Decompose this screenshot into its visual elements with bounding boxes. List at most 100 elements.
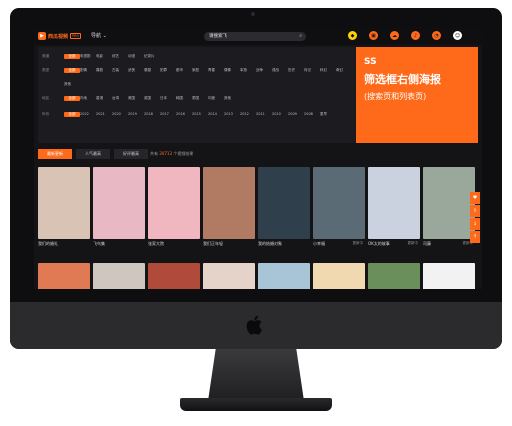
filter-option[interactable]: 科幻: [320, 68, 336, 73]
filter-option[interactable]: 电影: [96, 54, 112, 59]
top-icon[interactable]: ↑: [470, 231, 480, 243]
filter-option[interactable]: 台湾: [112, 96, 128, 101]
video-card[interactable]: 我的结婚对象: [258, 167, 310, 247]
filter-option[interactable]: 犯罪: [160, 68, 176, 73]
filter-option[interactable]: 全部: [64, 67, 80, 73]
download-icon[interactable]: ↓: [470, 218, 480, 230]
filter-option[interactable]: 军旅: [240, 68, 256, 73]
filter-option[interactable]: 综艺: [112, 54, 128, 59]
video-title[interactable]: 我的结婚对象: [258, 241, 310, 247]
filter-option[interactable]: 全部: [64, 111, 80, 117]
filter-option[interactable]: 悬疑: [144, 68, 160, 73]
filter-option[interactable]: 纪录片: [144, 54, 160, 59]
video-poster[interactable]: [38, 263, 90, 289]
filter-option[interactable]: 战争: [256, 68, 272, 73]
filter-option[interactable]: 2008: [304, 112, 320, 116]
filter-option[interactable]: 武侠: [128, 68, 144, 73]
filter-option[interactable]: 2010: [272, 112, 288, 116]
filter-option[interactable]: 2017: [160, 112, 176, 116]
video-card[interactable]: 小幸福 更新中: [313, 167, 365, 247]
filter-option[interactable]: 美国: [128, 96, 144, 101]
filter-option[interactable]: 动漫: [128, 54, 144, 59]
filter-option[interactable]: 全部: [64, 95, 80, 101]
tab-top-rated[interactable]: 好评最高: [114, 149, 148, 159]
video-poster[interactable]: [313, 167, 365, 239]
filter-option[interactable]: 2022: [80, 112, 96, 116]
video-poster[interactable]: [258, 263, 310, 289]
filter-option[interactable]: 偶像: [224, 68, 240, 73]
tab-latest[interactable]: 最新更新: [38, 149, 72, 159]
filter-option[interactable]: 2018: [144, 112, 160, 116]
search-input[interactable]: 请搜索飞 ⌕: [204, 32, 306, 41]
video-poster[interactable]: [148, 167, 200, 239]
filter-option[interactable]: 内地: [80, 96, 96, 101]
filter-side-poster[interactable]: SS 筛选框右侧海报 (搜索页和列表页): [356, 47, 478, 143]
cloud-icon[interactable]: ☁: [390, 31, 399, 40]
video-title[interactable]: 我们的婚礼: [38, 241, 90, 247]
video-card[interactable]: 飞鸟集: [93, 167, 145, 247]
filter-option[interactable]: 奇幻: [336, 68, 352, 73]
share-icon[interactable]: ⇪: [470, 205, 480, 217]
filter-option[interactable]: 历史: [288, 68, 304, 73]
filter-option[interactable]: 其他: [224, 96, 240, 101]
video-title[interactable]: 飞鸟集: [93, 241, 145, 247]
search-icon[interactable]: ⌕: [299, 33, 302, 39]
filter-option[interactable]: 香港: [96, 96, 112, 101]
video-title[interactable]: 我们正年轻: [203, 241, 255, 247]
video-poster[interactable]: [258, 167, 310, 239]
filter-option[interactable]: 印度: [208, 96, 224, 101]
filter-option[interactable]: 2015: [192, 112, 208, 116]
filter-option[interactable]: 2016: [176, 112, 192, 116]
filter-option[interactable]: 2013: [224, 112, 240, 116]
tab-popular[interactable]: 人气最高: [76, 149, 110, 159]
video-poster[interactable]: [93, 263, 145, 289]
diamond-icon[interactable]: ◆: [348, 31, 357, 40]
filter-option[interactable]: 2020: [112, 112, 128, 116]
video-card[interactable]: 我们的婚礼: [38, 167, 90, 247]
filter-option[interactable]: 家庭: [192, 68, 208, 73]
filter-option[interactable]: 剧情: [80, 68, 96, 73]
filter-option[interactable]: 英国: [144, 96, 160, 101]
gift-icon[interactable]: ▣: [369, 31, 378, 40]
video-poster[interactable]: [368, 263, 420, 289]
filter-option[interactable]: 2019: [128, 112, 144, 116]
filter-option[interactable]: 古装: [112, 68, 128, 73]
filter-option[interactable]: 更早: [320, 112, 336, 117]
video-poster[interactable]: [313, 263, 365, 289]
filter-option[interactable]: 泰国: [192, 96, 208, 101]
video-title[interactable]: 张家大院: [148, 241, 200, 247]
video-card[interactable]: 我们正年轻: [203, 167, 255, 247]
video-poster[interactable]: [203, 167, 255, 239]
filter-option[interactable]: 谍战: [272, 68, 288, 73]
video-card[interactable]: OK太的故事 更新中: [368, 167, 420, 247]
filter-option[interactable]: 韩国: [176, 96, 192, 101]
filter-option[interactable]: 青春: [208, 68, 224, 73]
video-poster[interactable]: [93, 167, 145, 239]
filter-option[interactable]: 2012: [240, 112, 256, 116]
filter-option[interactable]: 全部: [64, 53, 80, 59]
video-poster[interactable]: [203, 263, 255, 289]
filter-option[interactable]: 2009: [288, 112, 304, 116]
filter-option[interactable]: 日本: [160, 96, 176, 101]
video-poster[interactable]: [423, 263, 475, 289]
bell-icon[interactable]: ♪: [411, 31, 420, 40]
clock-icon[interactable]: ◔: [432, 31, 441, 40]
video-poster[interactable]: [148, 263, 200, 289]
filter-option[interactable]: 传记: [304, 68, 320, 73]
filter-option[interactable]: 其他: [64, 82, 80, 87]
heart-icon[interactable]: ♥: [470, 192, 480, 204]
video-poster[interactable]: [368, 167, 420, 239]
filter-option[interactable]: 电视剧: [80, 54, 96, 59]
filter-option[interactable]: 喜剧: [96, 68, 112, 73]
app-logo[interactable]: ▶ 西瓜视频 PRO: [38, 32, 82, 40]
filter-option[interactable]: 2014: [208, 112, 224, 116]
video-card[interactable]: 张家大院: [148, 167, 200, 247]
filter-option[interactable]: 都市: [176, 68, 192, 73]
video-poster[interactable]: [38, 167, 90, 239]
nav-menu-button[interactable]: 导航 ⌄: [91, 32, 107, 39]
avatar-icon[interactable]: ☺: [453, 31, 462, 40]
video-card[interactable]: 司藤 更新中: [423, 167, 475, 247]
video-poster[interactable]: [423, 167, 475, 239]
filter-option[interactable]: 2011: [256, 112, 272, 116]
filter-option[interactable]: 2021: [96, 112, 112, 116]
